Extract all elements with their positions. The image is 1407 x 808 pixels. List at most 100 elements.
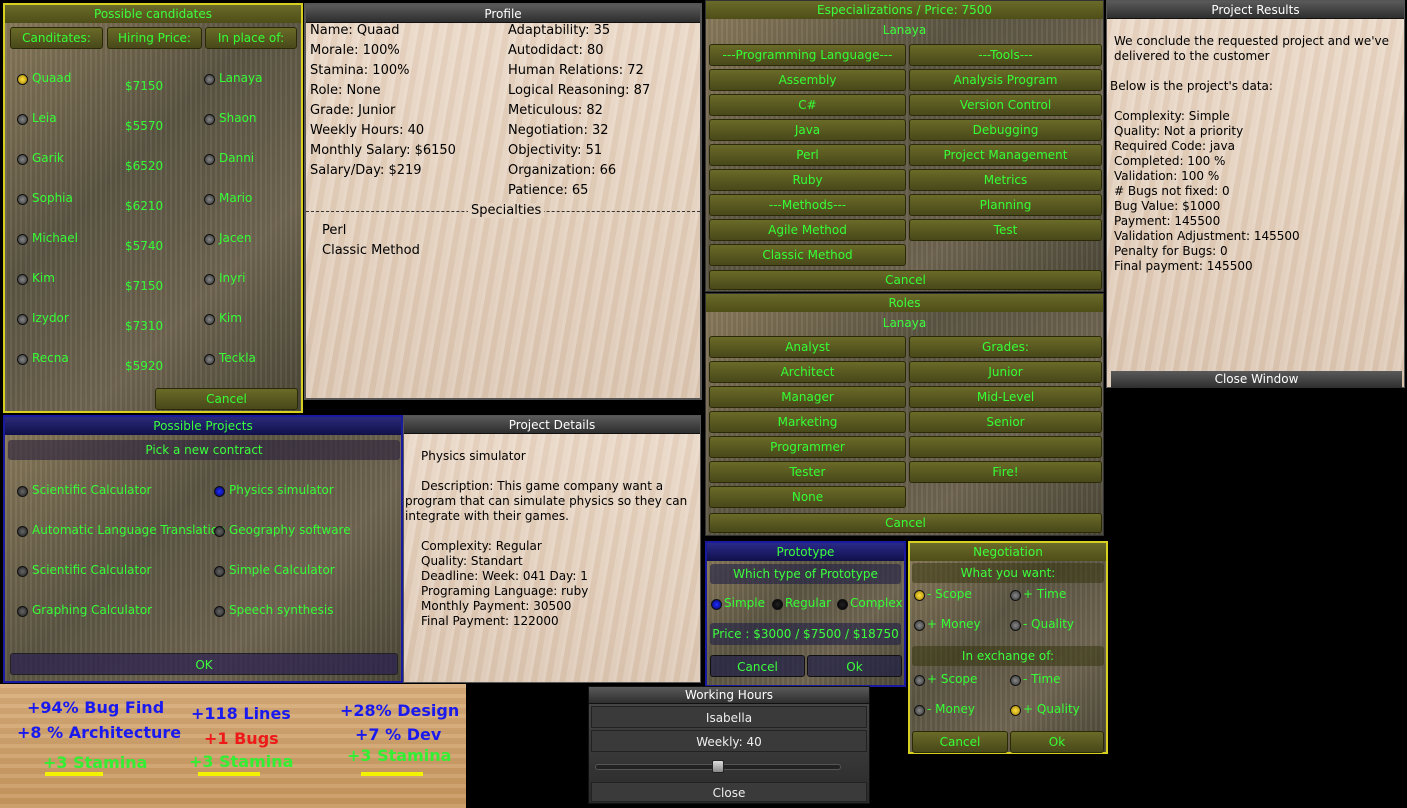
want-quality-radio[interactable] — [1010, 620, 1021, 631]
project-option[interactable]: Speech synthesis — [229, 603, 334, 617]
spec-tool-1[interactable]: Analysis Program — [909, 69, 1102, 91]
want-scope-radio[interactable] — [914, 590, 925, 601]
project-option[interactable]: Geography software — [229, 523, 351, 537]
spec-tool-7[interactable]: Test — [909, 219, 1102, 241]
ex-time-radio[interactable] — [1010, 675, 1021, 686]
project-radio[interactable] — [17, 606, 28, 617]
project-radio[interactable] — [17, 486, 28, 497]
replace-name[interactable]: Jacen — [219, 231, 251, 245]
candidate-radio[interactable] — [17, 154, 28, 165]
header-hiring-price[interactable]: Hiring Price: — [107, 27, 202, 49]
spec-item-5[interactable]: Ruby — [709, 169, 906, 191]
header-candidates[interactable]: Canditates: — [10, 27, 103, 49]
replace-radio[interactable] — [204, 154, 215, 165]
negotiation-ok-button[interactable]: Ok — [1010, 731, 1104, 753]
cancel-button[interactable]: Cancel — [155, 388, 298, 410]
grade-item-4[interactable] — [909, 436, 1102, 458]
replace-radio[interactable] — [204, 194, 215, 205]
hours-close-button[interactable]: Close — [591, 782, 867, 802]
want-money-radio[interactable] — [914, 620, 925, 631]
replace-name[interactable]: Teckla — [219, 351, 256, 365]
role-manager[interactable]: Manager — [709, 386, 906, 408]
replace-name[interactable]: Mario — [219, 191, 252, 205]
replace-radio[interactable] — [204, 74, 215, 85]
replace-radio[interactable] — [204, 234, 215, 245]
replace-name[interactable]: Danni — [219, 151, 254, 165]
candidate-name[interactable]: Garik — [32, 151, 64, 165]
candidate-radio[interactable] — [17, 74, 28, 85]
project-option[interactable]: Automatic Language Translation — [32, 523, 226, 537]
candidate-name[interactable]: Recna — [32, 351, 69, 365]
replace-name[interactable]: Inyri — [219, 271, 246, 285]
project-radio[interactable] — [17, 566, 28, 577]
project-radio[interactable] — [17, 526, 28, 537]
replace-radio[interactable] — [204, 114, 215, 125]
candidate-price: $6210 — [125, 199, 164, 213]
grade-item-1[interactable]: Junior — [909, 361, 1102, 383]
regular-radio[interactable] — [772, 599, 783, 610]
project-option[interactable]: Physics simulator — [229, 483, 334, 497]
candidate-name[interactable]: Sophia — [32, 191, 73, 205]
role-marketing[interactable]: Marketing — [709, 411, 906, 433]
spec-tool-5[interactable]: Metrics — [909, 169, 1102, 191]
grade-item-5[interactable]: Fire! — [909, 461, 1102, 483]
ex-scope-radio[interactable] — [914, 675, 925, 686]
candidate-name[interactable]: Izydor — [32, 311, 69, 325]
spec-item-7[interactable]: Agile Method — [709, 219, 906, 241]
candidate-radio[interactable] — [17, 114, 28, 125]
replace-name[interactable]: Shaon — [219, 111, 257, 125]
prototype-ok-button[interactable]: Ok — [807, 655, 902, 677]
candidate-name[interactable]: Kim — [32, 271, 55, 285]
hours-slider-thumb[interactable] — [712, 760, 724, 773]
grade-item-2[interactable]: Mid-Level — [909, 386, 1102, 408]
prototype-cancel-button[interactable]: Cancel — [710, 655, 805, 677]
close-window-button[interactable]: Close Window — [1111, 371, 1402, 388]
header-in-place-of[interactable]: In place of: — [205, 27, 297, 49]
project-option[interactable]: Scientific Calculator — [32, 483, 151, 497]
simple-radio[interactable] — [711, 599, 722, 610]
candidate-radio[interactable] — [17, 234, 28, 245]
replace-name[interactable]: Kim — [219, 311, 242, 325]
role-tester[interactable]: Tester — [709, 461, 906, 483]
roles-cancel-button[interactable]: Cancel — [709, 513, 1102, 533]
project-radio[interactable] — [214, 526, 225, 537]
projects-ok-button[interactable]: OK — [10, 653, 398, 675]
replace-radio[interactable] — [204, 274, 215, 285]
project-radio[interactable] — [214, 486, 225, 497]
spec-tool-6[interactable]: Planning — [909, 194, 1102, 216]
complex-radio[interactable] — [837, 599, 848, 610]
candidate-name[interactable]: Leia — [32, 111, 57, 125]
role-none[interactable]: None — [709, 486, 906, 508]
candidate-name[interactable]: Michael — [32, 231, 78, 245]
project-option[interactable]: Scientific Calculator — [32, 563, 151, 577]
candidate-radio[interactable] — [17, 194, 28, 205]
spec-item-3[interactable]: Java — [709, 119, 906, 141]
candidate-radio[interactable] — [17, 354, 28, 365]
project-option[interactable]: Simple Calculator — [229, 563, 335, 577]
grade-item-3[interactable]: Senior — [909, 411, 1102, 433]
role-architect[interactable]: Architect — [709, 361, 906, 383]
spec-item-8[interactable]: Classic Method — [709, 244, 906, 266]
spec-item-1[interactable]: Assembly — [709, 69, 906, 91]
candidate-radio[interactable] — [17, 314, 28, 325]
spec-tool-4[interactable]: Project Management — [909, 144, 1102, 166]
project-radio[interactable] — [214, 606, 225, 617]
candidate-name[interactable]: Quaad — [32, 71, 71, 85]
negotiation-cancel-button[interactable]: Cancel — [912, 731, 1008, 753]
spec-tool-2[interactable]: Version Control — [909, 94, 1102, 116]
replace-radio[interactable] — [204, 314, 215, 325]
role-programmer[interactable]: Programmer — [709, 436, 906, 458]
ex-money-radio[interactable] — [914, 705, 925, 716]
spec-item-2[interactable]: C# — [709, 94, 906, 116]
spec-item-4[interactable]: Perl — [709, 144, 906, 166]
role-analyst[interactable]: Analyst — [709, 336, 906, 358]
spec-cancel-button[interactable]: Cancel — [709, 270, 1102, 290]
spec-tool-3[interactable]: Debugging — [909, 119, 1102, 141]
project-radio[interactable] — [214, 566, 225, 577]
replace-name[interactable]: Lanaya — [219, 71, 262, 85]
want-time-radio[interactable] — [1010, 590, 1021, 601]
project-option[interactable]: Graphing Calculator — [32, 603, 152, 617]
candidate-radio[interactable] — [17, 274, 28, 285]
ex-quality-radio[interactable] — [1010, 705, 1021, 716]
replace-radio[interactable] — [204, 354, 215, 365]
